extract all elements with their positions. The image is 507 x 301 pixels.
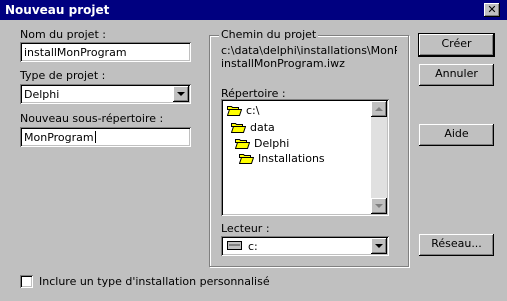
drive-value: c: [248,240,258,253]
help-button[interactable]: Aide [419,124,494,146]
chevron-down-icon[interactable] [173,86,189,102]
create-button[interactable]: Créer [419,34,494,56]
project-path-line1: c:\data\delphi\installations\MonProgr [221,44,397,57]
open-folder-icon [235,139,250,149]
vertical-scrollbar[interactable] [371,101,387,214]
subdir-label: Nouveau sous-répertoire : [20,112,164,125]
custom-install-label[interactable]: Inclure un type d'installation personnal… [39,275,270,288]
project-type-value: Delphi [24,88,60,101]
window-title: Nouveau projet [5,3,110,17]
directory-tree[interactable]: c:\ data Delphi Installations [221,99,389,216]
close-button[interactable]: ✕ [484,3,500,17]
project-name-value: installMonProgram [24,46,127,59]
subdir-value: MonProgram [24,131,94,144]
network-button[interactable]: Réseau... [419,234,494,256]
cancel-button[interactable]: Annuler [419,64,494,86]
project-name-input[interactable]: installMonProgram [20,42,191,62]
subdir-input[interactable]: MonProgram [20,127,191,147]
open-folder-icon [239,154,254,164]
project-path-title: Chemin du projet [219,28,319,41]
tree-item-delphi[interactable]: Delphi [235,137,289,150]
tree-item-data[interactable]: data [231,121,275,134]
drive-icon [227,241,242,250]
tree-item-installations[interactable]: Installations [239,152,325,165]
chevron-down-icon[interactable] [371,238,387,254]
scroll-up-icon[interactable] [371,101,387,117]
drive-select[interactable]: c: [221,236,389,256]
custom-install-checkbox[interactable] [20,275,33,288]
scroll-down-icon[interactable] [371,198,387,214]
open-folder-icon [227,106,242,116]
tree-item-c[interactable]: c:\ [227,104,259,117]
text-caret [94,131,96,143]
project-name-label: Nom du projet : [20,28,106,41]
close-icon: ✕ [487,3,497,16]
project-type-label: Type de projet : [20,69,106,82]
open-folder-icon [231,123,246,133]
drive-label: Lecteur : [221,222,270,235]
project-type-select[interactable]: Delphi [20,84,191,104]
project-path-line2: installMonProgram.iwz [221,57,345,70]
